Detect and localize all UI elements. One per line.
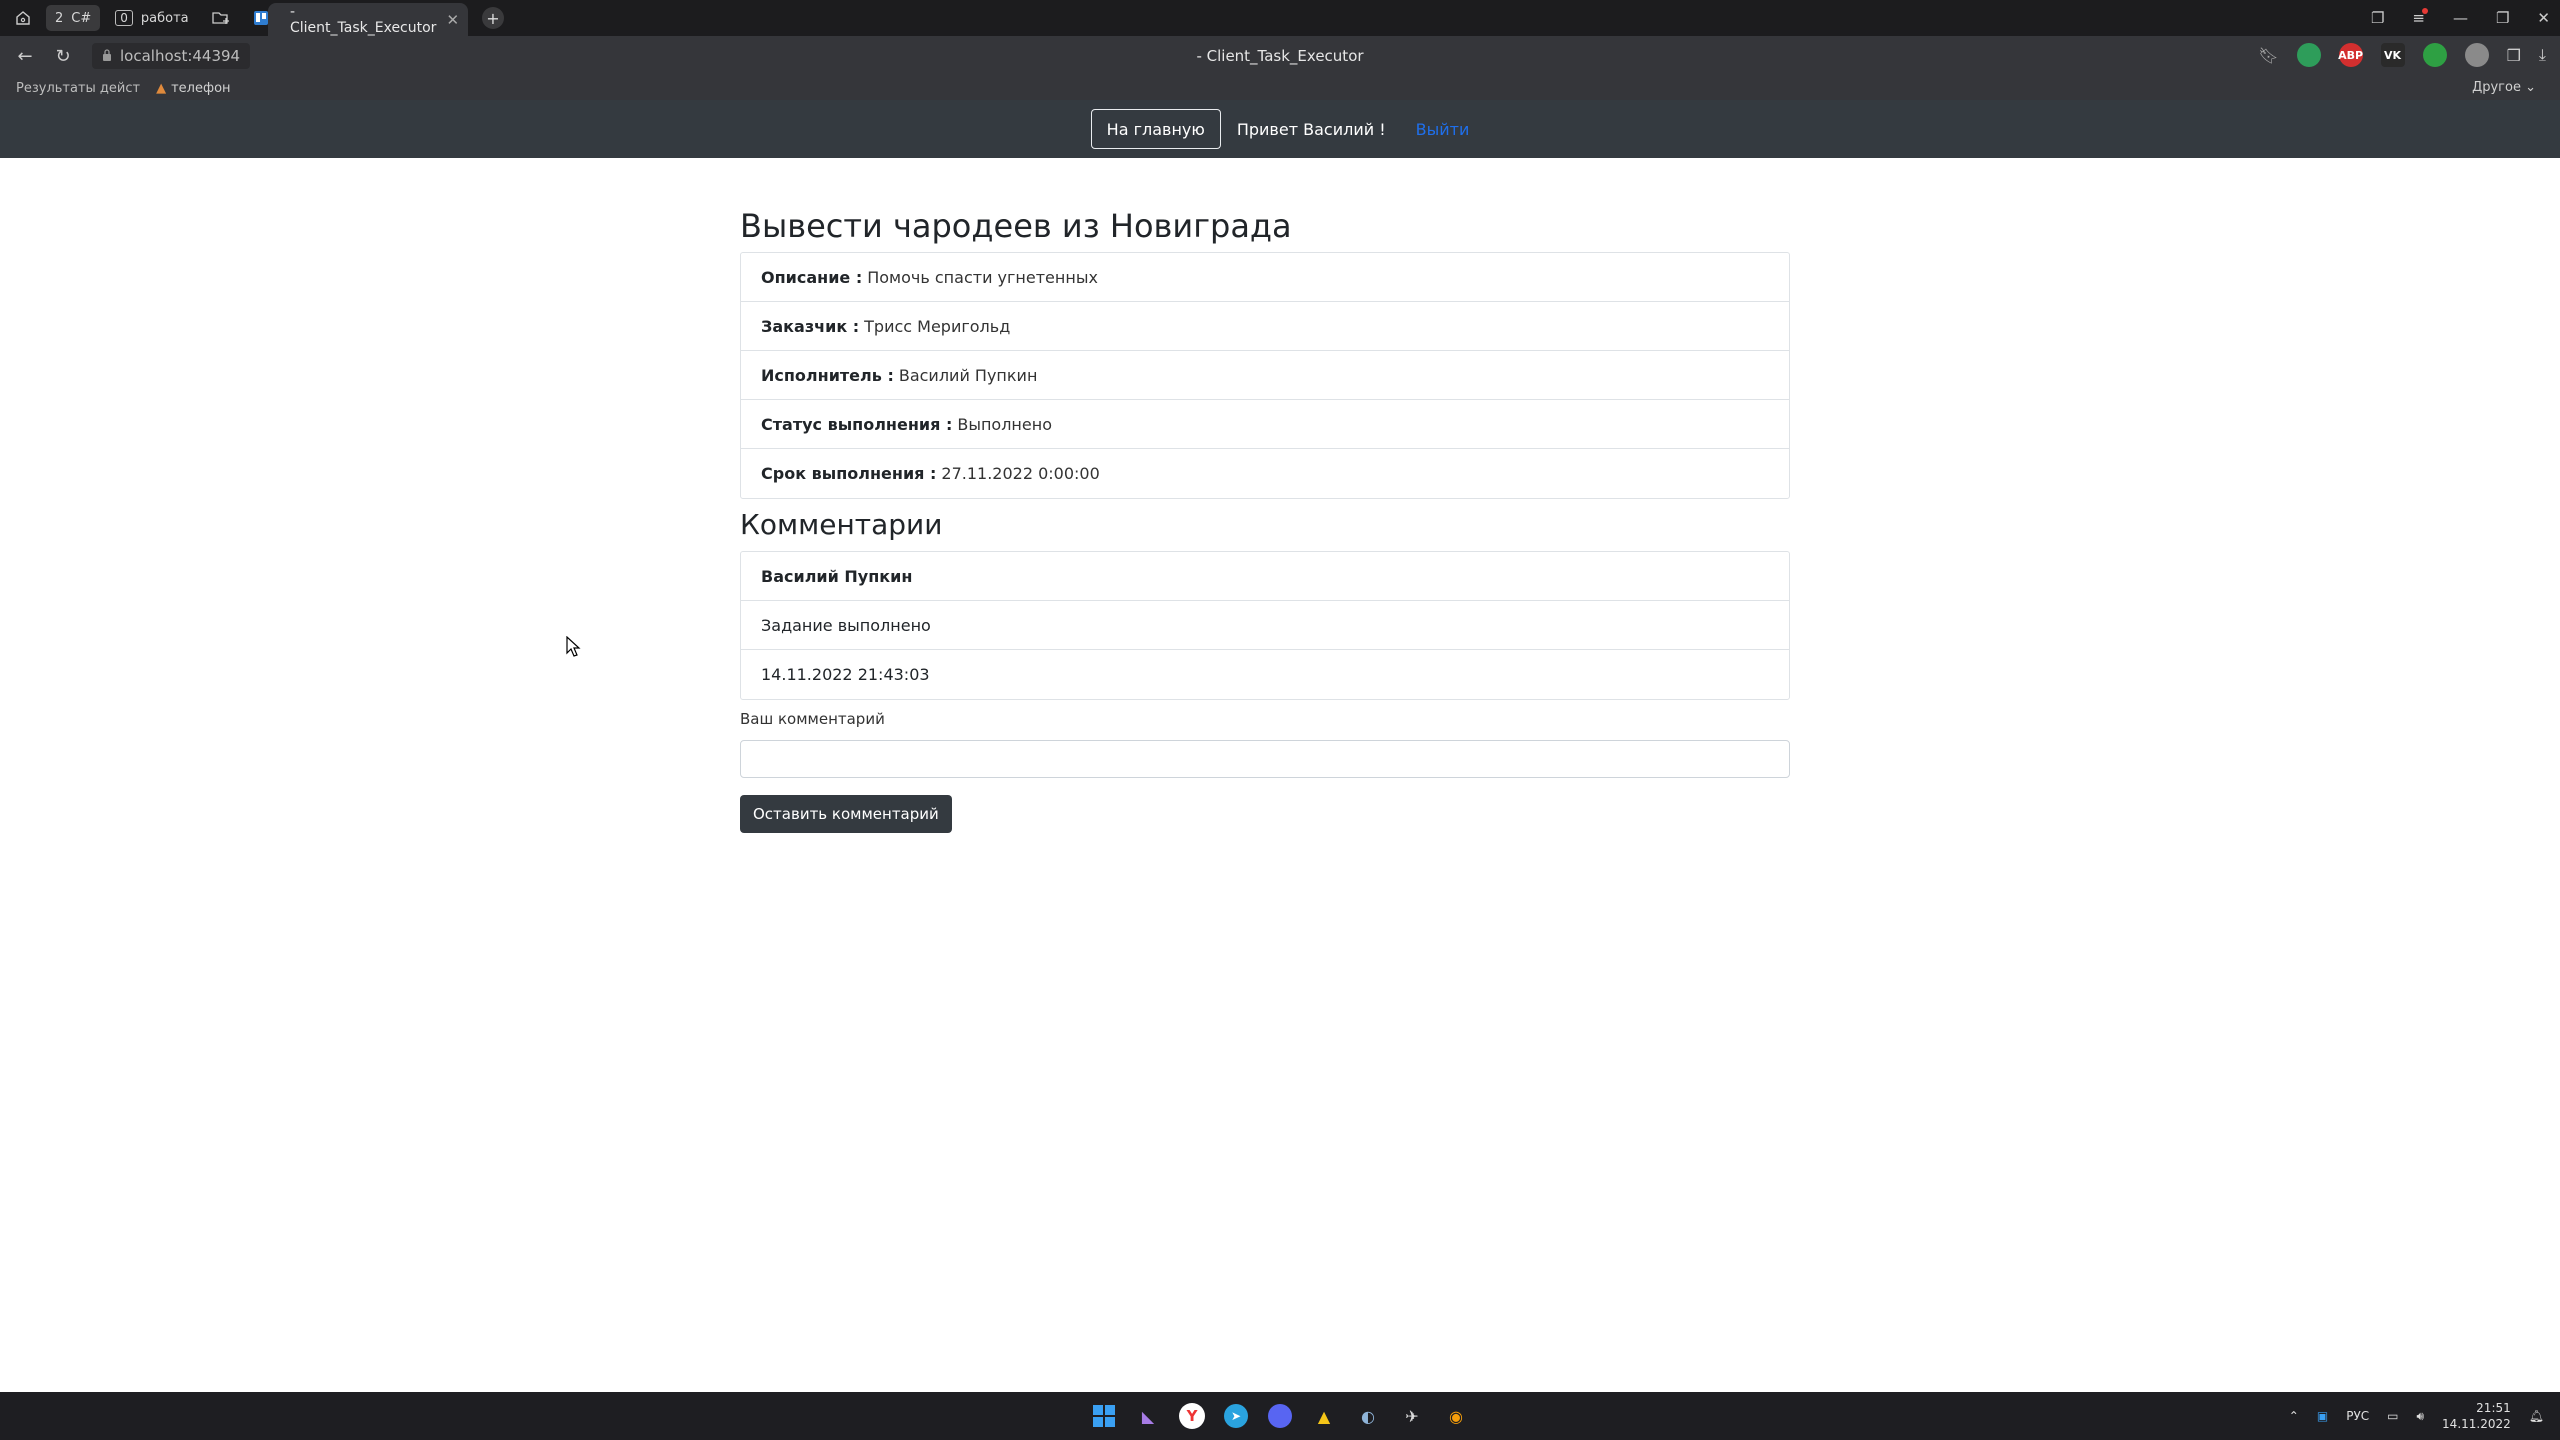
address-bar: ← ↻ localhost:44394 - Client_Task_Execut… (0, 36, 2560, 76)
lock-icon (102, 47, 112, 65)
tab-title: - Client_Task_Executor (290, 3, 437, 36)
bookmark-label: Результаты дейст (16, 80, 141, 96)
bookmark-icon[interactable]: 🔖︎ (2258, 46, 2278, 65)
field-value: Василий Пупкин (898, 365, 1038, 385)
shield-icon[interactable] (2422, 43, 2447, 67)
url-text: localhost:44394 (120, 47, 241, 65)
comment-input-label: Ваш комментарий (740, 710, 885, 728)
discord-icon[interactable] (1264, 1400, 1296, 1432)
tab-group-csharp[interactable]: 2 C# (46, 5, 101, 31)
tab-group-work[interactable]: 0 работа (106, 5, 197, 31)
submit-comment-button[interactable]: Оставить комментарий (740, 795, 952, 833)
bookmark-item[interactable]: Результаты дейст (16, 81, 140, 96)
bookmarks-other-label: Другое (2472, 80, 2521, 95)
comment-date-row: 14.11.2022 21:43:03 (741, 650, 1789, 699)
bookmarks-bar: Результаты дейст ▲ телефон Другое ⌄ (0, 76, 2560, 100)
power-app-icon[interactable]: ◉ (1440, 1400, 1472, 1432)
comment-text-row: Задание выполнено (741, 601, 1789, 650)
warning-app-icon[interactable]: ▲ (1308, 1400, 1340, 1432)
tab-group-count: 0 (115, 10, 133, 26)
tab-group-label: C# (71, 10, 92, 26)
close-window-icon[interactable]: ✕ (2537, 9, 2550, 27)
comments-title: Комментарии (740, 508, 943, 541)
steam-icon[interactable]: ◐ (1352, 1400, 1384, 1432)
comment-date: 14.11.2022 21:43:03 (761, 665, 930, 684)
restore-icon[interactable]: ❐ (2496, 9, 2509, 27)
mouse-cursor-icon (566, 636, 581, 657)
os-taskbar: ◣ Y ➤ ▲ ◐ ✈ ◉ ⌃ ▣ РУС ▭ 🔊︎ 21:51 14.11.2… (0, 1392, 2560, 1440)
translate-icon[interactable] (2296, 43, 2321, 67)
menu-icon[interactable]: ≡ (2412, 8, 2428, 27)
comment-input[interactable] (740, 740, 1790, 778)
field-value: Трисс Меригольд (864, 316, 1011, 336)
app-icon[interactable]: ✈ (1396, 1400, 1428, 1432)
download-icon[interactable]: ⤓ (2539, 45, 2546, 65)
field-label: Срок выполнения : (761, 464, 937, 483)
site-navbar: На главную Привет Василий ! Выйти (0, 100, 2560, 158)
adblock-icon[interactable]: ABP (2338, 43, 2363, 67)
windows-start-icon[interactable] (1088, 1400, 1120, 1432)
bookmark-item[interactable]: ▲ телефон (156, 81, 230, 96)
task-executor-row: Исполнитель : Василий Пупкин (741, 351, 1789, 400)
volume-icon[interactable]: 🔊︎ (2416, 1409, 2424, 1424)
visual-studio-icon[interactable]: ◣ (1132, 1400, 1164, 1432)
tab-group-label: работа (140, 10, 189, 26)
minimize-icon[interactable]: — (2453, 9, 2468, 27)
clock-date: 14.11.2022 (2442, 1417, 2511, 1431)
vk-icon[interactable]: VK (2380, 43, 2405, 67)
comment-text: Задание выполнено (761, 615, 931, 635)
clock[interactable]: 21:51 14.11.2022 (2442, 1400, 2511, 1432)
main-content: Вывести чародеев из Новиграда Описание :… (740, 200, 1790, 833)
field-value: Выполнено (957, 414, 1052, 434)
taskbar-apps: ◣ Y ➤ ▲ ◐ ✈ ◉ (1088, 1400, 1472, 1432)
back-arrow-icon[interactable]: ← (12, 43, 38, 69)
new-tab-group-icon[interactable] (204, 5, 238, 31)
comment-card: Василий Пупкин Задание выполнено 14.11.2… (740, 551, 1790, 700)
folder-icon: ▲ (156, 80, 167, 96)
task-customer-row: Заказчик : Трисс Меригольд (741, 302, 1789, 351)
browser-tab-bar: 2 C# 0 работа - Client_Task_Executor ✕ +… (0, 0, 2560, 36)
system-tray: ⌃ ▣ РУС ▭ 🔊︎ 21:51 14.11.2022 🔔︎ (2289, 1392, 2544, 1440)
field-label: Исполнитель : (761, 365, 894, 385)
monitor-icon[interactable]: ▭ (2387, 1409, 2398, 1423)
language-indicator[interactable]: РУС (2346, 1409, 2369, 1423)
field-value: Помочь спасти угнетенных (867, 267, 1098, 287)
tab-manager-icon[interactable] (6, 5, 40, 31)
clock-time: 21:51 (2476, 1401, 2511, 1415)
telegram-icon[interactable]: ➤ (1220, 1400, 1252, 1432)
document-title: - Client_Task_Executor (1196, 47, 1364, 65)
sidebar-icon[interactable]: ❒ (2507, 46, 2521, 65)
notifications-icon[interactable]: 🔔︎ (2529, 1409, 2544, 1423)
task-deadline-row: Срок выполнения : 27.11.2022 0:00:00 (741, 449, 1789, 498)
extensions-area: 🔖︎ ABP VK ❒ ⤓ (2258, 43, 2546, 67)
tabs-list-icon[interactable]: ❐ (2371, 9, 2384, 27)
task-title: Вывести чародеев из Новиграда (740, 207, 1292, 245)
field-label: Заказчик : (761, 316, 860, 336)
reload-icon[interactable]: ↻ (50, 43, 76, 69)
tab-close-icon[interactable]: ✕ (446, 11, 459, 29)
chevron-up-icon[interactable]: ⌃ (2289, 1409, 2299, 1423)
field-label: Статус выполнения : (761, 414, 953, 434)
comment-author-row: Василий Пупкин (741, 552, 1789, 601)
task-status-row: Статус выполнения : Выполнено (741, 400, 1789, 449)
field-value: 27.11.2022 0:00:00 (941, 464, 1100, 483)
url-field[interactable]: localhost:44394 (92, 43, 251, 69)
home-button[interactable]: На главную (1090, 109, 1221, 149)
task-details-list: Описание : Помочь спасти угнетенных Зака… (740, 252, 1790, 499)
tab-group-count: 2 (55, 10, 64, 26)
yandex-browser-icon[interactable]: Y (1176, 1400, 1208, 1432)
comment-author: Василий Пупкин (761, 566, 913, 586)
alice-icon[interactable] (2464, 43, 2489, 67)
field-label: Описание : (761, 267, 863, 287)
task-description-row: Описание : Помочь спасти угнетенных (741, 253, 1789, 302)
bookmark-label: телефон (171, 80, 231, 96)
window-controls: ❐ ≡ — ❐ ✕ (2371, 0, 2550, 36)
bookmarks-other[interactable]: Другое ⌄ (2472, 80, 2536, 95)
logout-link[interactable]: Выйти (1416, 120, 1470, 139)
tab-active-page[interactable]: - Client_Task_Executor ✕ (268, 3, 468, 36)
network-app-icon[interactable]: ▣ (2317, 1409, 2328, 1423)
greeting-text: Привет Василий ! (1236, 119, 1386, 139)
new-tab-button[interactable]: + (482, 7, 504, 29)
